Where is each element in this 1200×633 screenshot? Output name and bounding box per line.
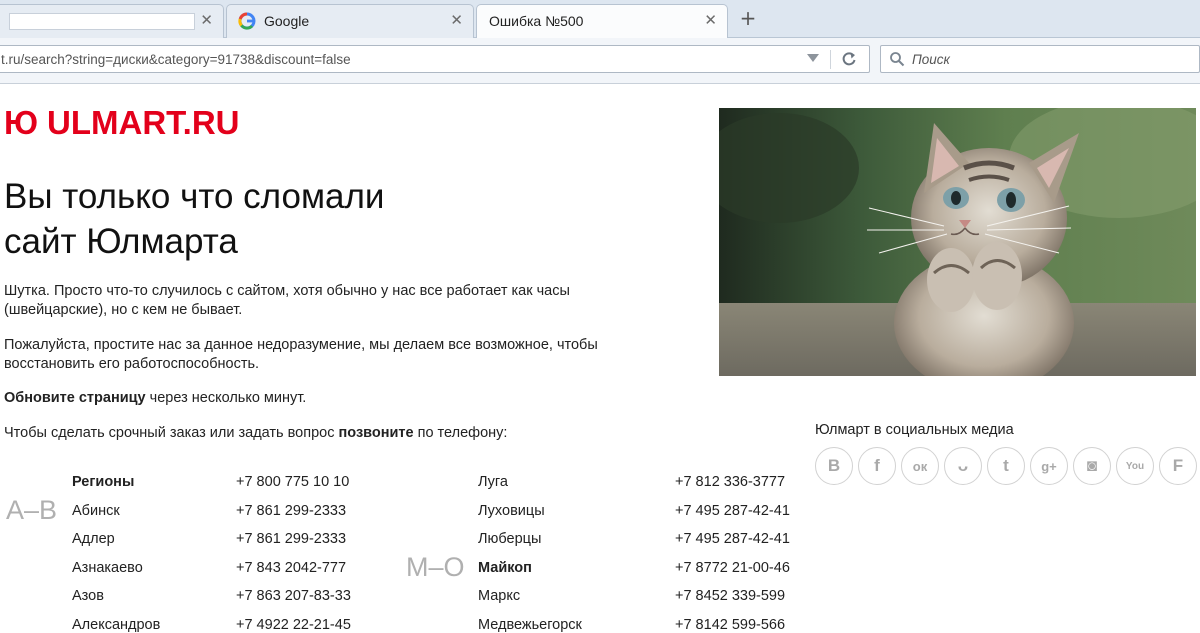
city-name: Майкоп [478,559,532,576]
city-name: Александров [72,616,161,633]
youtube-icon[interactable]: You [1116,447,1154,485]
phone-number[interactable]: +7 8772 21-00-46 [675,560,790,576]
close-tab-icon[interactable]: ✕ [704,11,717,29]
joke-paragraph: Шутка. Просто что-то случилось с сайтом,… [4,283,570,318]
url-separator [830,50,831,69]
city-name: Регионы [72,474,135,490]
phone-number[interactable]: +7 812 336-3777 [675,474,785,490]
phone-number[interactable]: +7 861 299-2333 [236,503,346,519]
page-title-line1: Вы только что сломали [4,177,385,216]
tab-title-error: Ошибка №500 [489,13,584,29]
search-bar[interactable]: Поиск [880,45,1200,73]
tab-google[interactable]: Google ✕ [226,4,474,38]
phone-number[interactable]: +7 4922 22-21-45 [236,617,351,633]
address-bar[interactable]: t.ru/search?string=диски&category=91738&… [0,45,870,73]
call-end: по телефону: [413,425,508,441]
google-icon [238,12,256,30]
phone-number[interactable]: +7 495 287-42-41 [675,531,790,547]
page-title: Вы только что сломали сайт Юлмарта [4,174,604,264]
logo-mark: Ю [4,104,38,141]
refresh-paragraph: Обновите страницу через несколько минут. [4,389,684,408]
odnoklassniki-icon[interactable]: ок [901,447,939,485]
city-name: Азов [72,588,104,604]
logo-text: ULMART.RU [47,104,240,141]
city-name: Луга [478,474,508,490]
vk-icon[interactable]: B [815,447,853,485]
tab-title-redacted [9,13,195,30]
phone-number[interactable]: +7 861 299-2333 [236,531,346,547]
refresh-link[interactable]: Обновите страницу [4,390,146,406]
tab-bar: ✕ Google ✕ Ошибка №500 ✕ + [0,0,1200,39]
close-tab-icon[interactable]: ✕ [200,11,213,29]
phone-number[interactable]: +7 843 2042-777 [236,560,346,576]
facebook-icon[interactable]: f [858,447,896,485]
apology-paragraph: Пожалуйста, простите нас за данное недор… [4,337,598,372]
googleplus-icon[interactable]: g+ [1030,447,1068,485]
phone-number[interactable]: +7 495 287-42-41 [675,503,790,519]
call-start: Чтобы сделать срочный заказ или задать в… [4,425,339,441]
url-text[interactable]: t.ru/search?string=диски&category=91738&… [1,52,351,67]
city-name: Абинск [72,502,120,519]
phone-number[interactable]: +7 863 207-83-33 [236,588,351,604]
tab-error-500[interactable]: Ошибка №500 ✕ [476,4,728,39]
city-name: Адлер [72,531,115,547]
phone-number[interactable]: +7 800 775 10 10 [236,474,349,490]
city-name: Маркс [478,588,521,604]
group-letter-a-v: А–В [6,495,58,525]
moimir-icon[interactable]: ᴗ [944,447,982,485]
group-letter-m-o: М–О [406,552,465,582]
social-title: Юлмарт в социальных медиа [815,422,1014,438]
phone-number[interactable]: +7 8142 599-566 [675,617,785,633]
refresh-rest: через несколько минут. [145,390,307,406]
city-name: Медвежьегорск [478,616,582,633]
phone-number[interactable]: +7 8452 339-599 [675,588,785,604]
kitten-image [719,108,1196,376]
url-history-dropdown-icon[interactable] [807,54,819,62]
city-name: Люберцы [478,531,542,547]
page-title-line2: сайт Юлмарта [4,222,238,261]
ulmart-logo[interactable]: Ю ULMART.RU [4,104,240,141]
foursquare-icon[interactable]: F [1159,447,1197,485]
instagram-icon[interactable]: ◙ [1073,447,1111,485]
close-tab-icon[interactable]: ✕ [450,11,463,29]
call-paragraph: Чтобы сделать срочный заказ или задать в… [4,424,684,443]
tab-blank[interactable]: ✕ [0,4,224,38]
new-tab-button[interactable]: + [737,8,759,28]
call-bold: позвоните [338,425,414,441]
tab-title-google: Google [264,13,310,29]
navigation-bar: t.ru/search?string=диски&category=91738&… [0,38,1200,84]
twitter-icon[interactable]: t [987,447,1025,485]
search-icon [890,52,905,67]
search-placeholder: Поиск [912,52,950,67]
city-name: Луховицы [478,502,545,519]
city-name: Азнакаево [72,559,143,576]
reload-icon[interactable] [840,50,858,68]
